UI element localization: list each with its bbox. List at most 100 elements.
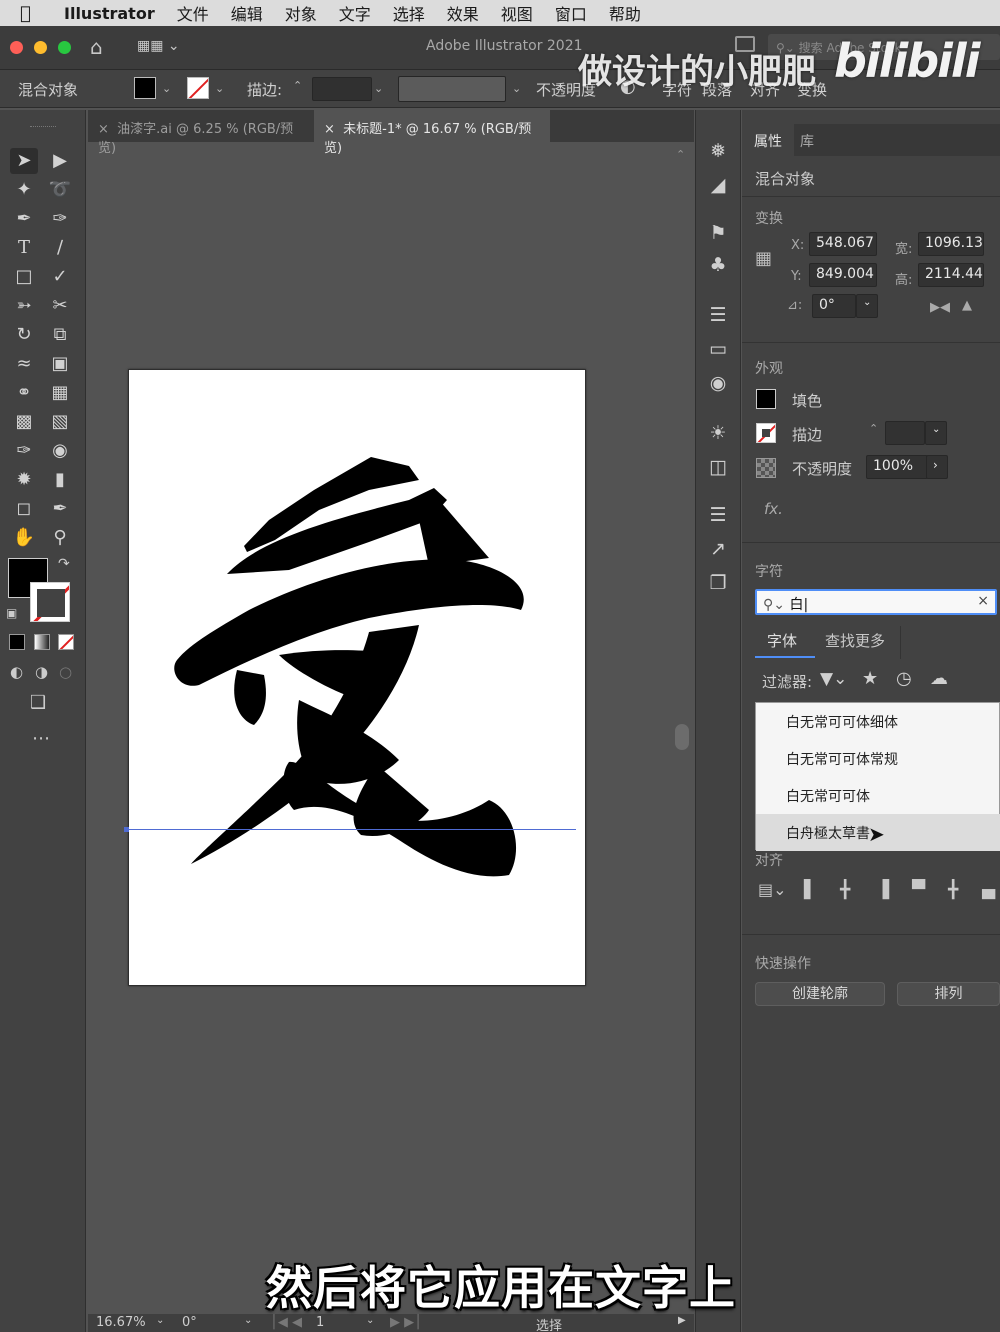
gradient-panel-icon[interactable]: ▭	[705, 336, 731, 362]
lasso-tool-icon[interactable]: ➰	[46, 177, 74, 203]
stroke-weight-input[interactable]	[312, 77, 372, 101]
width-tool-icon[interactable]: ≈	[10, 351, 38, 377]
tab-properties[interactable]: 属性	[742, 124, 794, 156]
draw-inside-icon[interactable]: ○	[59, 663, 72, 681]
rotate-tool-icon[interactable]: ↻	[10, 322, 38, 348]
rotation-dropdown-icon[interactable]: ⌄	[244, 1315, 252, 1326]
clear-search-icon[interactable]: ×	[977, 593, 989, 609]
menu-view[interactable]: 视图	[501, 1, 533, 25]
fill-swatch-panel[interactable]	[756, 389, 776, 409]
opacity-expand-icon[interactable]: ›	[926, 455, 948, 479]
line-tool-icon[interactable]: ∕	[46, 235, 74, 261]
screen-mode-icon[interactable]: ❑	[30, 692, 46, 713]
menu-window[interactable]: 窗口	[555, 1, 587, 25]
fx-icon[interactable]: fx.	[764, 500, 783, 518]
apple-menu-icon[interactable]: 	[20, 3, 50, 24]
menu-help[interactable]: 帮助	[609, 1, 641, 25]
align-horizontal-center-icon[interactable]: ╋	[840, 880, 850, 900]
gradient-mode-icon[interactable]	[34, 634, 50, 650]
opacity-label-panel[interactable]: 不透明度	[792, 458, 852, 479]
align-top-icon[interactable]: ▀	[912, 880, 925, 900]
stroke-stepper-icon[interactable]: ⌃	[293, 79, 302, 92]
font-item[interactable]: 白无常可可体	[756, 777, 1000, 814]
close-tab-icon[interactable]: ×	[98, 122, 109, 137]
app-menu[interactable]: Illustrator	[64, 4, 155, 23]
fill-dropdown-icon[interactable]: ⌄	[162, 82, 171, 95]
artboard[interactable]: 爱	[128, 369, 586, 986]
stroke-panel-icon[interactable]: ☰	[705, 302, 731, 328]
font-search-input[interactable]: ⚲⌄ 白| ×	[755, 589, 997, 615]
recent-clock-icon[interactable]: ◷	[896, 668, 912, 689]
stroke-color-swatch[interactable]	[30, 582, 70, 622]
zoom-window-button[interactable]	[58, 41, 71, 54]
stroke-swatch-panel[interactable]	[756, 423, 776, 443]
close-tab-icon[interactable]: ×	[324, 122, 335, 137]
font-item[interactable]: 白无常可可体常规	[756, 740, 1000, 777]
stroke-stepper-panel-icon[interactable]: ⌃	[869, 422, 878, 435]
tab-libraries[interactable]: 库	[788, 124, 826, 156]
stroke-weight-panel-dropdown-icon[interactable]: ⌄	[925, 421, 947, 445]
magic-wand-tool-icon[interactable]: ✦	[10, 177, 38, 203]
column-graph-tool-icon[interactable]: ▮	[46, 467, 74, 493]
subtab-find-more[interactable]: 查找更多	[825, 630, 885, 651]
create-outlines-button[interactable]: 创建轮廓	[755, 982, 885, 1006]
transparency-panel-icon[interactable]: ◉	[705, 370, 731, 396]
graphic-styles-icon[interactable]: ◫	[705, 454, 731, 480]
align-to-icon[interactable]: ▤⌄	[758, 880, 787, 899]
symbols-panel-icon[interactable]: ♣	[705, 252, 731, 278]
appearance-panel-icon[interactable]: ☀	[705, 420, 731, 446]
menu-effect[interactable]: 效果	[447, 1, 479, 25]
zoom-tool-icon[interactable]: ⚲	[46, 525, 74, 551]
opacity-checker-icon[interactable]	[756, 458, 776, 478]
menu-edit[interactable]: 编辑	[231, 1, 263, 25]
symbol-sprayer-tool-icon[interactable]: ✹	[10, 467, 38, 493]
stroke-label-panel[interactable]: 描边	[792, 424, 822, 445]
scroll-up-icon[interactable]: ⌃	[676, 148, 685, 161]
align-bottom-icon[interactable]: ▄	[982, 880, 995, 900]
stroke-weight-panel-input[interactable]	[885, 421, 925, 445]
curvature-tool-icon[interactable]: ✑	[46, 206, 74, 232]
home-icon[interactable]: ⌂	[90, 35, 103, 59]
cloud-sync-icon[interactable]: ☁	[930, 668, 948, 689]
zoom-dropdown-icon[interactable]: ⌄	[156, 1315, 164, 1326]
rotate-field[interactable]: 0°	[812, 294, 856, 318]
free-transform-tool-icon[interactable]: ▣	[46, 351, 74, 377]
draw-behind-icon[interactable]: ◑	[35, 663, 48, 681]
none-mode-icon[interactable]	[58, 634, 74, 650]
perspective-grid-tool-icon[interactable]: ▦	[46, 380, 74, 406]
slice-tool-icon[interactable]: ✒	[46, 496, 74, 522]
arrange-button[interactable]: 排列	[897, 982, 1000, 1006]
direct-selection-tool-icon[interactable]: ▶	[46, 148, 74, 174]
doc-tab-inactive[interactable]: × 油漆字.ai @ 6.25 % (RGB/预览)	[88, 110, 314, 156]
rotate-dropdown-icon[interactable]: ⌄	[856, 294, 878, 318]
y-field[interactable]: 849.004	[809, 263, 877, 287]
shaper-tool-icon[interactable]: ➳	[10, 293, 38, 319]
width-field[interactable]: 1096.13	[918, 232, 984, 256]
close-window-button[interactable]	[10, 41, 23, 54]
stroke-swatch[interactable]	[187, 77, 209, 99]
shape-builder-tool-icon[interactable]: ⚭	[10, 380, 38, 406]
toolbar-grip[interactable]	[30, 126, 56, 129]
selection-tool-icon[interactable]: ➤	[10, 148, 38, 174]
filter-funnel-icon[interactable]: ▼⌄	[820, 669, 847, 689]
menu-file[interactable]: 文件	[177, 1, 209, 25]
artboards-panel-icon[interactable]: ❐	[705, 570, 731, 596]
gradient-tool-icon[interactable]: ▧	[46, 409, 74, 435]
align-right-icon[interactable]: ▐	[876, 880, 889, 900]
artboard-tool-icon[interactable]: ◻	[10, 496, 38, 522]
edit-toolbar-icon[interactable]: ⋯	[32, 728, 50, 749]
doc-tab-active[interactable]: × 未标题-1* @ 16.67 % (RGB/预览)	[314, 110, 550, 156]
eyedropper-tool-icon[interactable]: ✑	[10, 438, 38, 464]
opacity-field[interactable]: 100%	[866, 455, 928, 479]
vertical-scrollbar-thumb[interactable]	[675, 724, 689, 750]
hand-tool-icon[interactable]: ✋	[10, 525, 38, 551]
height-field[interactable]: 2114.44	[918, 263, 984, 287]
font-item[interactable]: 白无常可可体细体	[756, 703, 1000, 740]
fill-swatch[interactable]	[134, 77, 156, 99]
guide-anchor[interactable]	[124, 827, 129, 832]
align-left-icon[interactable]: ▌	[804, 880, 817, 900]
horizontal-guide[interactable]	[126, 829, 576, 830]
variable-width-profile[interactable]	[398, 76, 506, 102]
profile-dropdown-icon[interactable]: ⌄	[512, 82, 521, 95]
menu-select[interactable]: 选择	[393, 1, 425, 25]
